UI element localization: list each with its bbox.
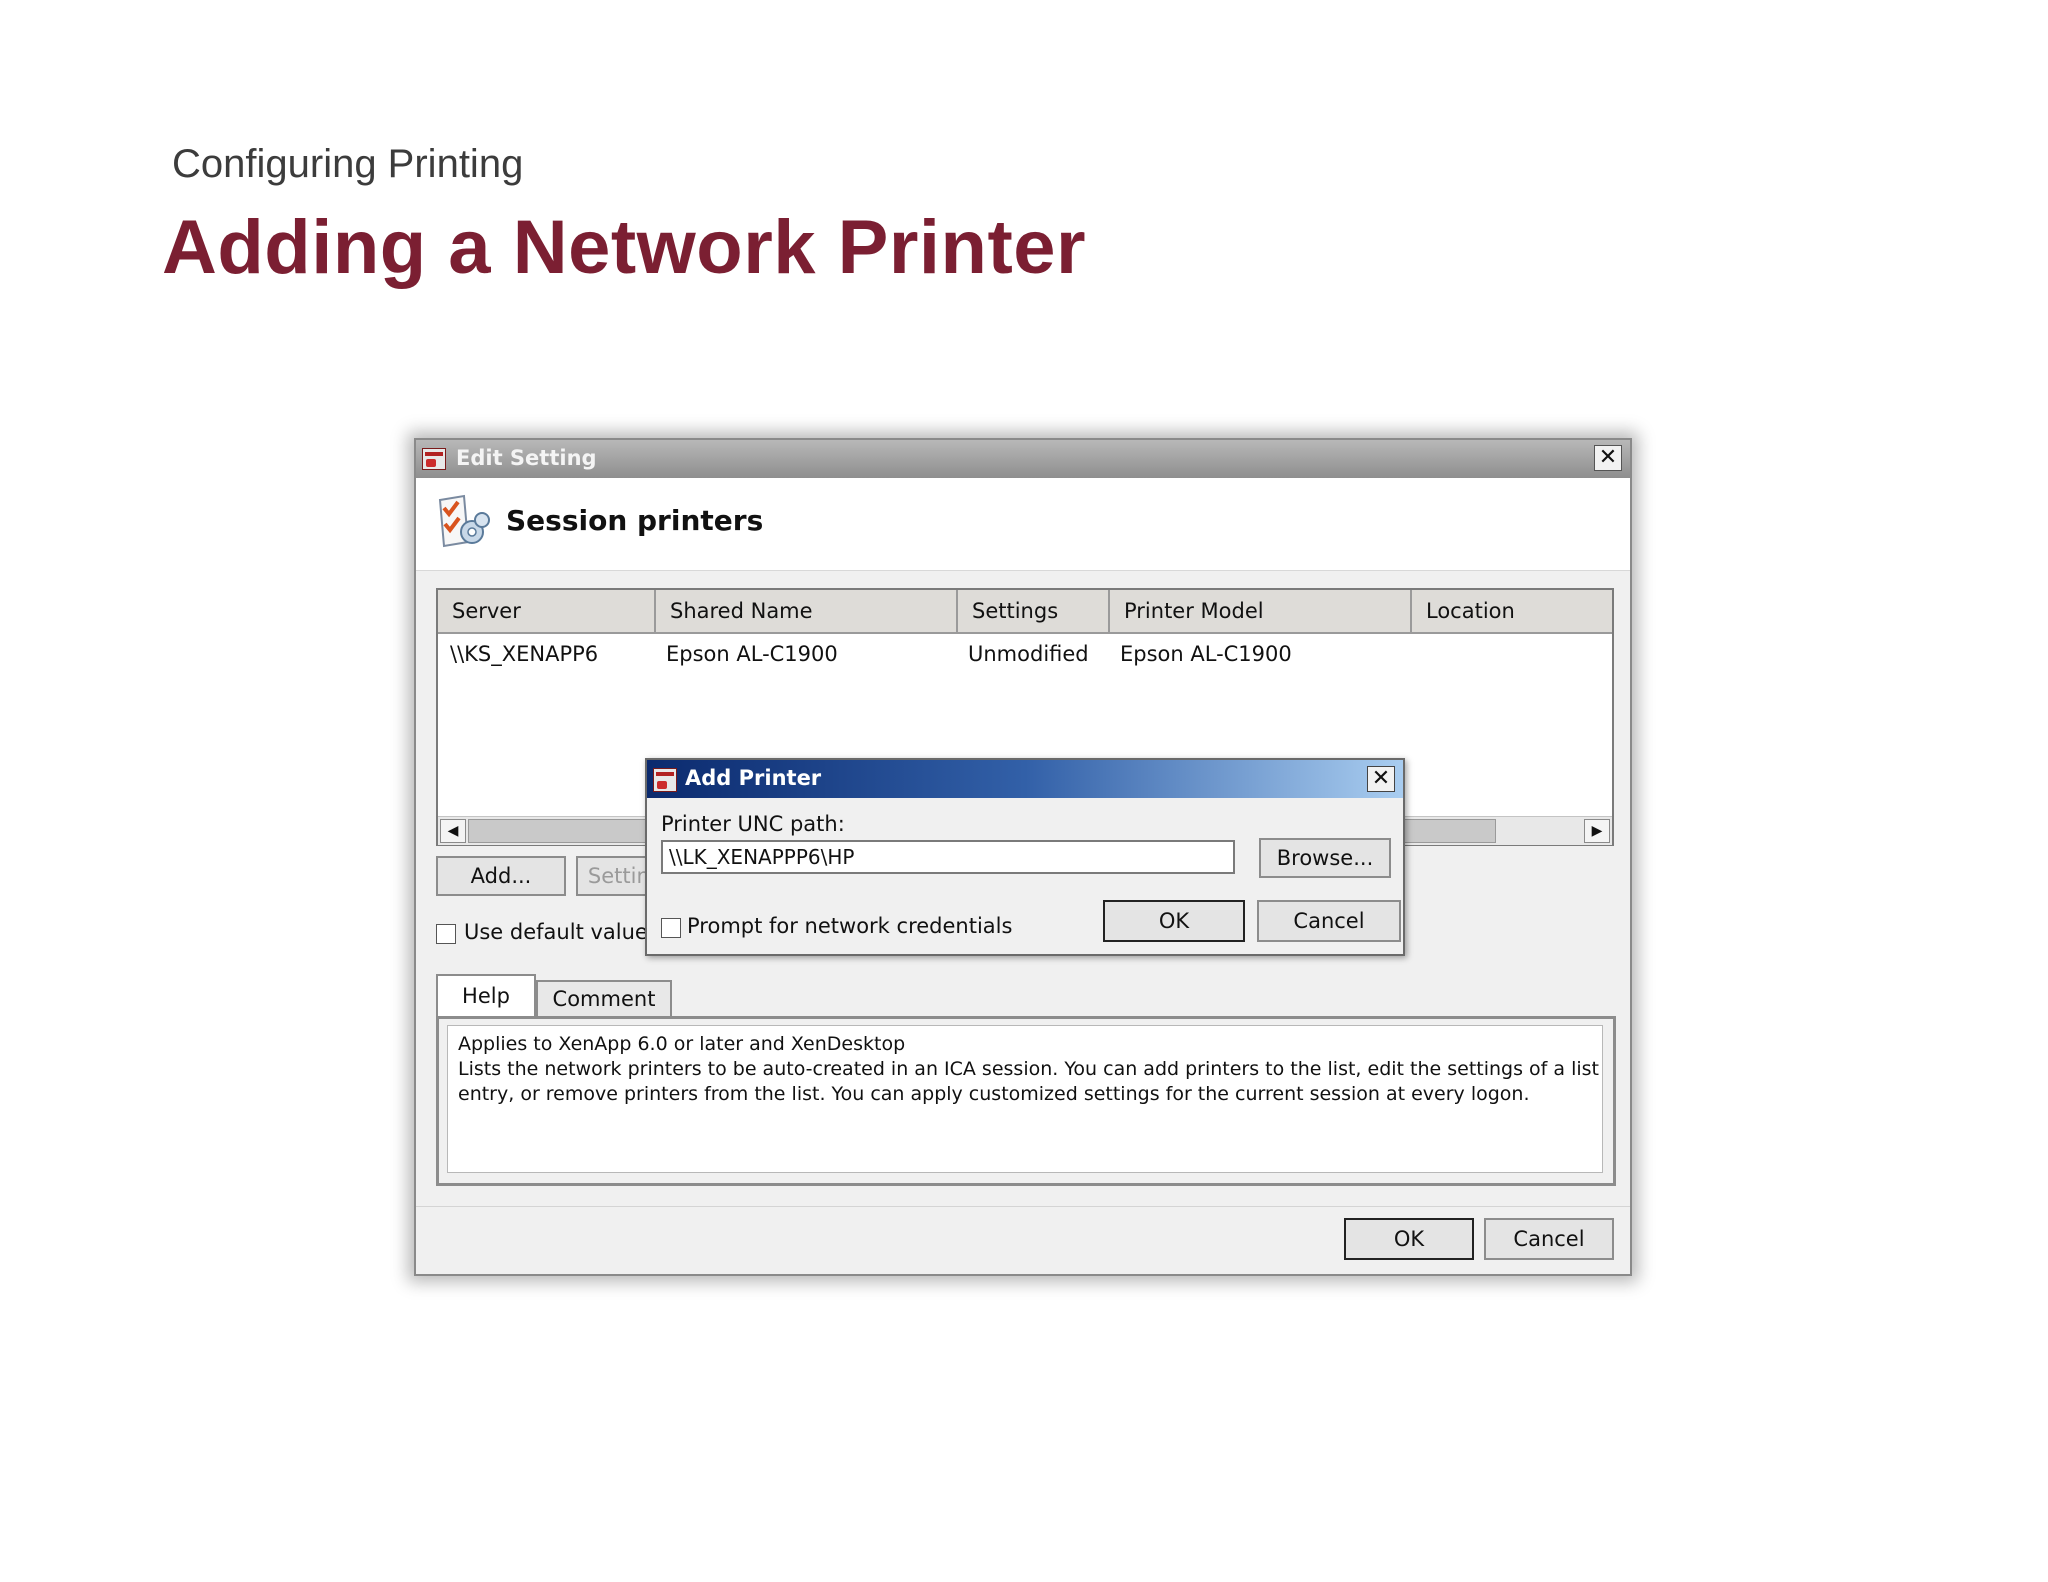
arrow-right-icon[interactable]: ▶ [1584,819,1610,843]
printer-settings-icon [422,448,446,470]
close-icon: ✕ [1598,445,1618,470]
prompt-credentials-label: Prompt for network credentials [687,914,1013,938]
cell-printer-model[interactable]: Epson AL-C1900 [1120,642,1292,666]
help-line: Lists the network printers to be auto-cr… [458,1058,1599,1080]
cell-settings[interactable]: Unmodified [968,642,1089,666]
use-default-label: Use default value [464,920,648,944]
dialog-close-button[interactable]: ✕ [1367,766,1395,792]
header-band: Session printers [416,478,1630,571]
window-title: Edit Setting [456,446,597,470]
policy-settings-icon [438,494,490,548]
footer-divider [416,1206,1630,1207]
header-title: Session printers [506,504,764,537]
cancel-button[interactable]: Cancel [1484,1218,1614,1260]
help-text: Applies to XenApp 6.0 or later and XenDe… [447,1025,1603,1173]
column-shared-name[interactable]: Shared Name [656,590,958,632]
browse-button[interactable]: Browse... [1259,838,1391,878]
printer-settings-icon [653,768,677,792]
column-printer-model[interactable]: Printer Model [1110,590,1412,632]
slide-title: Adding a Network Printer [162,205,1087,290]
column-location[interactable]: Location [1412,590,1612,632]
column-settings[interactable]: Settings [958,590,1110,632]
help-panel: Applies to XenApp 6.0 or later and XenDe… [436,1016,1616,1186]
help-line: entry, or remove printers from the list.… [458,1083,1530,1105]
arrow-left-icon[interactable]: ◀ [440,819,466,843]
dialog-titlebar: Add Printer ✕ [647,760,1403,798]
ok-button[interactable]: OK [1344,1218,1474,1260]
add-printer-dialog: Add Printer ✕ Printer UNC path: \\LK_XEN… [645,758,1405,956]
tab-comment[interactable]: Comment [536,980,672,1018]
use-default-checkbox[interactable] [436,924,456,944]
dialog-title: Add Printer [685,766,822,790]
tab-help[interactable]: Help [436,974,536,1018]
cell-shared-name[interactable]: Epson AL-C1900 [666,642,838,666]
dialog-ok-button[interactable]: OK [1103,900,1245,942]
unc-path-label: Printer UNC path: [661,812,845,836]
add-button[interactable]: Add... [436,856,566,896]
unc-path-input[interactable]: \\LK_XENAPPP6\HP [661,840,1235,874]
dialog-cancel-button[interactable]: Cancel [1257,900,1401,942]
help-line: Applies to XenApp 6.0 or later and XenDe… [458,1033,906,1055]
window-titlebar: Edit Setting ✕ [416,440,1630,478]
close-button[interactable]: ✕ [1594,445,1622,471]
column-server[interactable]: Server [438,590,656,632]
list-header: Server Shared Name Settings Printer Mode… [438,590,1612,634]
close-icon: ✕ [1371,766,1391,791]
prompt-credentials-checkbox[interactable] [661,918,681,938]
slide-section-title: Configuring Printing [172,142,524,186]
cell-server[interactable]: \\KS_XENAPP6 [450,642,598,666]
